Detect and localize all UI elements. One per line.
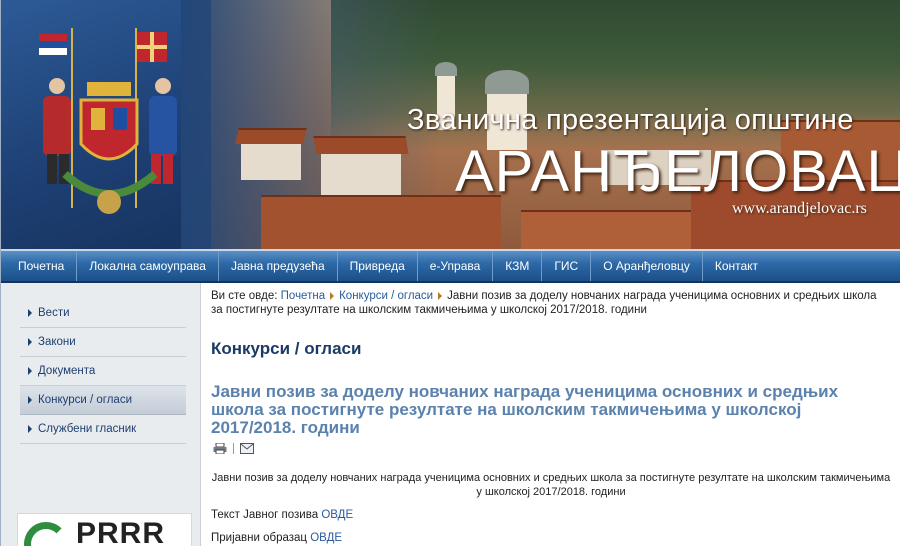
nav-item-e-government[interactable]: е-Управа bbox=[418, 251, 494, 281]
article-title[interactable]: Јавни позив за доделу новчаних награда у… bbox=[211, 383, 871, 437]
breadcrumb-section[interactable]: Конкурси / огласи bbox=[339, 290, 433, 302]
main-content: Ви сте овде: Почетна Конкурси / огласи Јав… bbox=[211, 289, 891, 544]
sidebar-banner[interactable]: PRRR bbox=[17, 513, 192, 546]
arrow-right-icon bbox=[438, 291, 443, 300]
arrow-right-icon bbox=[330, 291, 335, 300]
sidebar-item-official-gazette[interactable]: Службени гласник bbox=[20, 415, 186, 444]
sidebar: Вести Закони Документа Конкурси / огласи… bbox=[1, 283, 201, 546]
nav-item-economy[interactable]: Привреда bbox=[338, 251, 418, 281]
page: Званична презентација општине АРАНЂЕЛОВА… bbox=[0, 0, 900, 546]
arrow-right-icon bbox=[28, 366, 32, 375]
arrow-right-icon bbox=[28, 308, 32, 317]
nav-item-contact[interactable]: Контакт bbox=[703, 251, 770, 281]
sidebar-item-documents[interactable]: Документа bbox=[20, 357, 186, 386]
nav-item-home[interactable]: Почетна bbox=[6, 251, 78, 281]
article-lead: Јавни позив за доделу новчаних награда у… bbox=[211, 472, 891, 498]
main-navigation: Почетна Локална самоуправа Јавна предузе… bbox=[1, 249, 900, 283]
site-title-line1: Званична презентација општине bbox=[407, 104, 854, 136]
site-title-line2: АРАНЂЕЛОВАЦ bbox=[455, 139, 900, 204]
section-title: Конкурси / огласи bbox=[211, 339, 362, 358]
article-tools bbox=[213, 443, 254, 454]
banner-logo-icon bbox=[24, 522, 68, 546]
email-icon[interactable] bbox=[240, 443, 254, 454]
coat-of-arms-icon bbox=[39, 28, 177, 214]
banner-text: PRRR bbox=[76, 517, 166, 546]
arrow-right-icon bbox=[28, 337, 32, 346]
breadcrumb-home[interactable]: Почетна bbox=[281, 290, 325, 302]
text-download-link[interactable]: ОВДЕ bbox=[321, 509, 353, 521]
text-link-paragraph: Текст Јавног позива ОВДЕ bbox=[211, 509, 354, 521]
nav-item-public-companies[interactable]: Јавна предузећа bbox=[219, 251, 338, 281]
sidebar-menu: Вести Закони Документа Конкурси / огласи… bbox=[20, 299, 186, 444]
nav-item-about[interactable]: О Аранђеловцу bbox=[591, 251, 703, 281]
nav-item-local-government[interactable]: Локална самоуправа bbox=[77, 251, 219, 281]
form-download-link[interactable]: ОВДЕ bbox=[310, 532, 342, 544]
sidebar-item-laws[interactable]: Закони bbox=[20, 328, 186, 357]
site-url[interactable]: www.arandjelovac.rs bbox=[732, 200, 867, 218]
arrow-right-icon bbox=[28, 395, 32, 404]
sidebar-item-competitions[interactable]: Конкурси / огласи bbox=[20, 386, 186, 415]
form-link-paragraph: Пријавни образац ОВДЕ bbox=[211, 532, 343, 544]
site-header: Званична презентација општине АРАНЂЕЛОВА… bbox=[1, 0, 900, 249]
sidebar-item-news[interactable]: Вести bbox=[20, 299, 186, 328]
print-icon[interactable] bbox=[213, 443, 227, 454]
nav-item-gis[interactable]: ГИС bbox=[542, 251, 592, 281]
breadcrumb: Ви сте овде: Почетна Конкурси / огласи Јав… bbox=[211, 290, 877, 316]
tools-divider bbox=[233, 443, 234, 454]
nav-item-kzm[interactable]: КЗМ bbox=[493, 251, 543, 281]
arrow-right-icon bbox=[28, 424, 32, 433]
